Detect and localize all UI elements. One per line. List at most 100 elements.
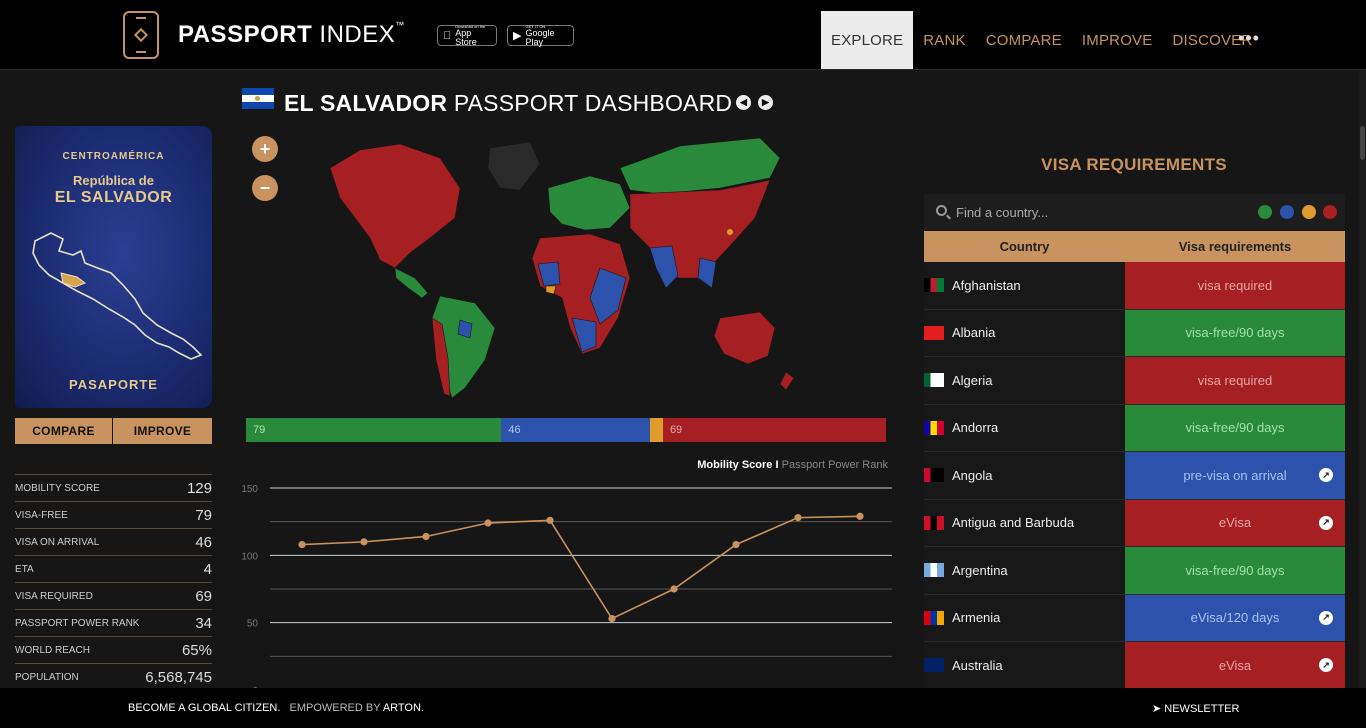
nav-compare[interactable]: COMPARE (976, 11, 1072, 69)
newsletter-link[interactable]: ➤ NEWSLETTER (1152, 702, 1239, 715)
visa-requirement-cell: visa-free/90 days (1125, 404, 1345, 451)
country-cell: Albania (924, 309, 1125, 356)
data-point[interactable] (422, 532, 430, 541)
visa-requirement-text: eVisa (1218, 515, 1252, 531)
country-flag-icon (924, 278, 944, 293)
table-row[interactable]: Argentina visa-free/90 days (924, 547, 1345, 595)
map-region-central-america (394, 267, 429, 299)
map-region-southeast-asia (697, 257, 717, 289)
external-link-icon[interactable]: ↗ (1319, 658, 1333, 673)
visa-requirements-title: VISA REQUIREMENTS (1041, 155, 1227, 174)
data-point[interactable] (608, 615, 616, 623)
mobility-score-chart: 150100500 (241, 484, 892, 688)
map-region-greenland (487, 141, 541, 191)
compare-button[interactable]: COMPARE (15, 418, 112, 444)
brand-name[interactable]: PASSPORT INDEX™ (178, 20, 405, 49)
country-cell: Australia (924, 642, 1125, 689)
country-cell: Argentina (924, 547, 1125, 594)
nav-improve[interactable]: IMPROVE (1072, 11, 1163, 69)
filter-red-dot[interactable] (1323, 205, 1337, 219)
table-row[interactable]: Australia eVisa ↗ (924, 642, 1345, 690)
column-country[interactable]: Country (924, 231, 1125, 262)
table-row[interactable]: Angola pre-visa on arrival ↗ (924, 452, 1345, 500)
improve-button[interactable]: IMPROVE (113, 418, 212, 444)
data-point[interactable] (298, 540, 306, 549)
passport-text-country: EL SALVADOR (54, 189, 173, 206)
arton-link[interactable]: ARTON. (383, 702, 424, 714)
filter-orange-dot[interactable] (1302, 205, 1316, 219)
visa-requirement-cell: eVisa/120 days ↗ (1125, 594, 1345, 641)
el-salvador-flag-icon (242, 88, 274, 109)
passport-text-pasaporte: PASAPORTE (69, 377, 158, 392)
table-row[interactable]: Afghanistan visa required (924, 262, 1345, 310)
country-cell: Angola (924, 452, 1125, 499)
segment-visa-required: 69 (662, 418, 886, 442)
column-visa-requirements[interactable]: Visa requirements (1125, 231, 1345, 262)
stat-visa-on-arrival: VISA ON ARRIVAL 46 (15, 528, 212, 555)
legend-mobility-score[interactable]: Mobility Score (697, 459, 772, 471)
country-name: Angola (952, 467, 993, 483)
app-store-badge[interactable]:  Download on theApp Store (437, 24, 497, 46)
country-flag-icon (924, 420, 944, 435)
zoom-in-button[interactable]: + (252, 136, 278, 162)
top-bar: PASSPORT INDEX™  Download on theApp Sto… (0, 0, 1366, 70)
page-scrollbar[interactable] (1359, 70, 1366, 688)
filter-green-dot[interactable] (1258, 205, 1272, 219)
zoom-out-button[interactable]: − (252, 175, 278, 201)
visa-requirement-text: visa-free/90 days (1185, 420, 1285, 436)
passport-index-logo-icon[interactable] (123, 11, 159, 59)
data-point[interactable] (484, 519, 492, 527)
country-flag-icon (924, 515, 944, 530)
filter-blue-dot[interactable] (1280, 205, 1294, 219)
stat-world-reach: WORLD REACH 65% (15, 636, 212, 663)
y-tick-label: 150 (241, 484, 258, 495)
data-point[interactable] (794, 514, 802, 522)
footer: BECOME A GLOBAL CITIZEN. EMPOWERED BY AR… (0, 688, 1366, 728)
map-region-new-zealand (779, 371, 795, 391)
data-point[interactable] (546, 516, 554, 524)
visa-requirement-text: pre-visa on arrival (1183, 467, 1287, 483)
main-nav: EXPLORE RANK COMPARE IMPROVE DISCOVER (821, 11, 1262, 69)
visa-requirement-cell: visa-free/90 days (1125, 309, 1345, 356)
visa-breakdown-bar: 79 46 69 (246, 418, 886, 442)
map-region-mauritania (545, 285, 557, 295)
table-row[interactable]: Algeria visa required (924, 357, 1345, 405)
external-link-icon[interactable]: ↗ (1319, 468, 1333, 483)
prev-country-icon[interactable]: ◀ (736, 95, 751, 110)
next-country-icon[interactable]: ▶ (758, 95, 773, 110)
google-play-badge[interactable]: ▶ GET IT ON Google Play (507, 24, 574, 46)
map-region-north-america (329, 143, 461, 269)
country-name: Albania (952, 325, 996, 341)
data-point[interactable] (856, 512, 864, 520)
data-point[interactable] (732, 540, 740, 549)
central-america-map-icon (32, 232, 203, 360)
country-name: Algeria (952, 372, 993, 388)
table-row[interactable]: Armenia eVisa/120 days ↗ (924, 594, 1345, 642)
visa-requirement-text: visa required (1197, 372, 1273, 388)
map-region-australia (713, 311, 776, 365)
map-region-japan (727, 229, 733, 235)
visa-requirement-cell: visa-free/90 days (1125, 547, 1345, 594)
visa-requirement-cell: visa required (1125, 262, 1345, 309)
nav-rank[interactable]: RANK (913, 11, 975, 69)
stat-power-rank: PASSPORT POWER RANK 34 (15, 609, 212, 636)
table-row[interactable]: Albania visa-free/90 days (924, 309, 1345, 357)
passport-text-republic: República de (73, 173, 154, 188)
search-icon (936, 205, 947, 216)
data-point[interactable] (360, 538, 368, 546)
visa-requirement-text: eVisa/120 days (1190, 610, 1280, 626)
world-map[interactable] (300, 128, 820, 404)
more-menu-icon[interactable]: ••• (1238, 28, 1260, 49)
country-name: Afghanistan (952, 277, 1021, 293)
visa-requirement-text: visa required (1197, 277, 1273, 293)
external-link-icon[interactable]: ↗ (1319, 610, 1333, 625)
data-point[interactable] (670, 585, 678, 593)
legend-power-rank[interactable]: Passport Power Rank (782, 459, 888, 471)
segment-eta (650, 418, 663, 442)
table-row[interactable]: Andorra visa-free/90 days (924, 404, 1345, 452)
external-link-icon[interactable]: ↗ (1319, 515, 1333, 530)
table-row[interactable]: Antigua and Barbuda eVisa ↗ (924, 499, 1345, 547)
nav-explore[interactable]: EXPLORE (821, 11, 914, 69)
country-flag-icon (924, 563, 944, 578)
search-input[interactable] (956, 202, 1236, 222)
